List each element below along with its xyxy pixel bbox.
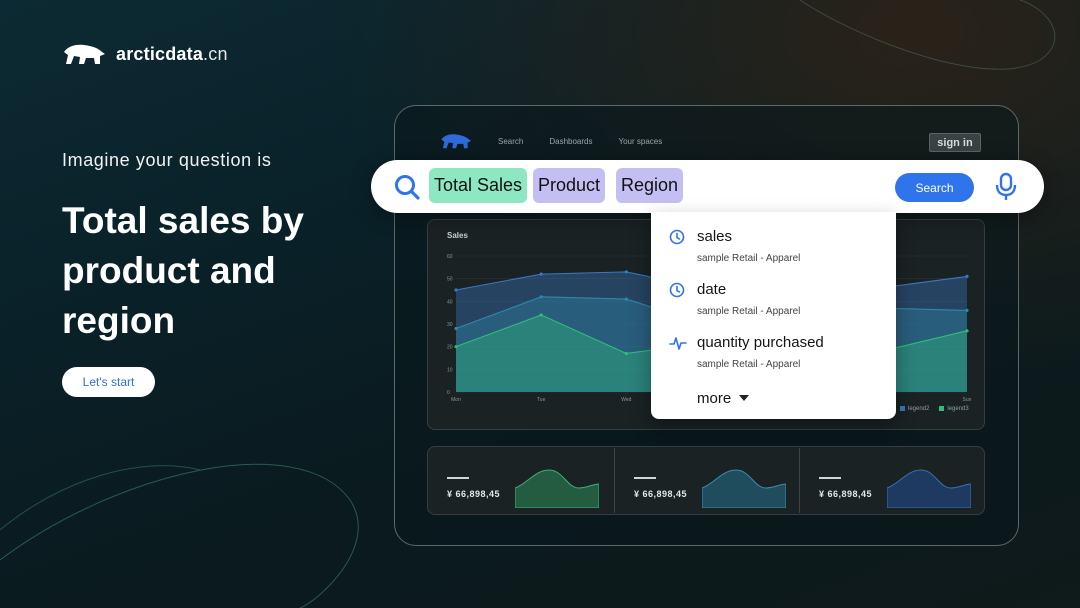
data-point [965,329,969,333]
data-point [965,308,969,312]
brand-logo[interactable]: arcticdata.cn [62,42,228,66]
y-tick-label: 40 [447,299,453,305]
suggestion-quantity-purchased[interactable]: quantity purchased [697,334,824,351]
x-tick-label: Tue [537,397,546,403]
stat-sparkline [515,469,599,508]
stat-value: ¥ 66,898,45 [819,489,873,499]
microphone-icon[interactable] [995,172,1017,202]
y-tick-label: 60 [447,254,453,260]
data-point [624,351,628,356]
clock-icon [669,282,685,298]
search-chip-region[interactable]: Region [616,168,684,203]
stat-card: ¥ 66,898,45 [799,446,985,515]
suggestion-sales[interactable]: sales [697,228,732,245]
suggestion-date[interactable]: date [697,281,726,298]
stat-value: ¥ 66,898,45 [447,489,501,499]
y-tick-label: 20 [447,345,453,351]
y-tick-label: 50 [447,277,453,283]
legend-item: legend2 [900,406,929,412]
data-point [454,326,458,331]
app-nav: Search Dashboards Your spaces [440,132,662,150]
more-button[interactable]: more [697,390,750,407]
suggestion-source: sample Retail - Apparel [697,253,801,264]
stat-sparkline [702,469,786,508]
search-button[interactable]: Search [895,173,974,202]
stat-label-placeholder [447,477,469,479]
data-point [454,288,458,292]
y-tick-label: 30 [447,322,453,328]
intro-text: Imagine your question is [62,150,272,170]
legend-item: legend3 [939,406,969,412]
polar-bear-icon [64,44,105,64]
data-point [539,313,543,317]
app-logo-icon [441,134,472,149]
stat-value: ¥ 66,898,45 [634,489,688,499]
x-tick-label: Wed [621,397,631,403]
y-tick-label: 0 [447,390,450,396]
search-chip-total-sales[interactable]: Total Sales [429,168,528,203]
chart-legend: legend2 legend3 [900,406,969,412]
nav-your-spaces[interactable]: Your spaces [619,137,663,146]
search-icon[interactable] [393,173,421,201]
x-tick-label: Mon [451,397,461,403]
x-tick-label: Sun [963,397,972,403]
search-chip-product[interactable]: Product [533,168,606,203]
stat-sparkline [887,469,971,508]
stat-card: ¥ 66,898,45 [614,446,800,515]
lets-start-button[interactable]: Let's start [62,367,155,397]
y-tick-label: 10 [447,367,453,373]
caret-down-icon [739,395,750,401]
brand-name: arcticdata.cn [116,43,228,64]
nav-search[interactable]: Search [498,137,523,146]
pulse-icon [669,337,687,350]
data-point [624,297,628,301]
suggestion-source: sample Retail - Apparel [697,306,801,317]
data-point [624,270,628,274]
data-point [454,345,458,349]
suggestion-source: sample Retail - Apparel [697,359,801,370]
stat-label-placeholder [634,477,656,479]
clock-icon [669,229,685,245]
sign-in-button[interactable]: sign in [929,133,981,152]
data-point [539,295,543,299]
stat-label-placeholder [819,477,841,479]
chart-title: Sales [447,231,468,240]
stat-card: ¥ 66,898,45 [427,446,613,515]
data-point [539,272,543,276]
more-label: more [697,390,732,407]
nav-dashboards[interactable]: Dashboards [549,137,592,146]
headline: Total sales by product and region [62,200,304,341]
data-point [965,274,969,278]
